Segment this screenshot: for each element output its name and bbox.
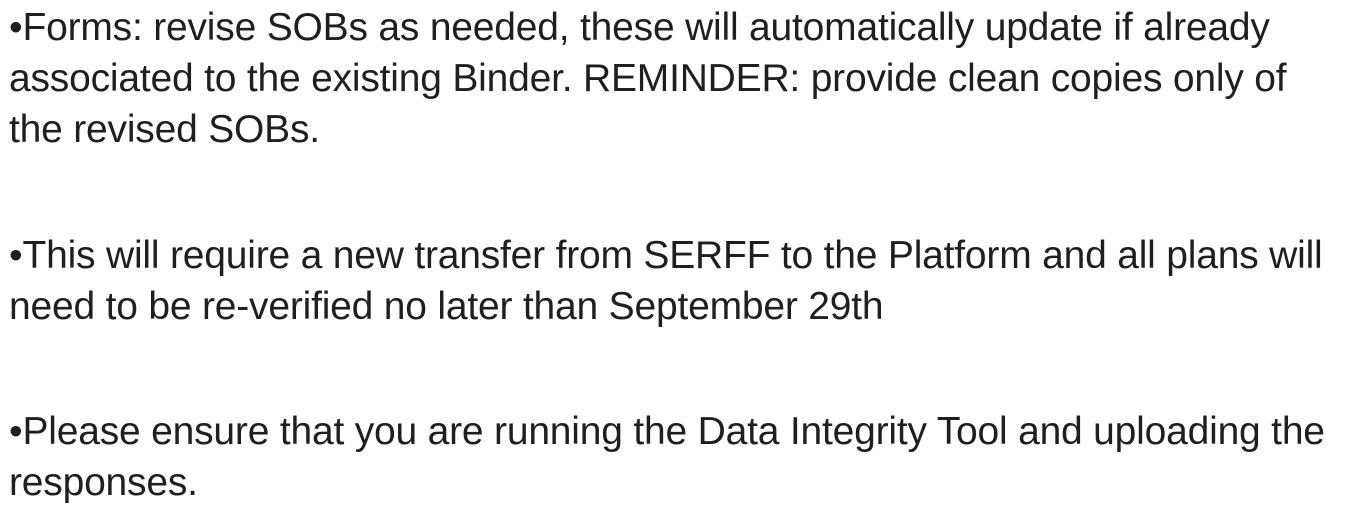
bullet-text: Forms: revise SOBs as needed, these will… [9, 6, 1287, 151]
bullet-text: Please ensure that you are running the D… [9, 410, 1325, 504]
bullet-item-serff-transfer: •This will require a new transfer from S… [9, 230, 1349, 332]
bullet-text: This will require a new transfer from SE… [9, 234, 1323, 328]
slide-body: •Forms: revise SOBs as needed, these wil… [0, 0, 1356, 511]
bullet-marker: • [9, 234, 23, 277]
bullet-item-forms: •Forms: revise SOBs as needed, these wil… [9, 2, 1349, 155]
bullet-marker: • [9, 410, 23, 453]
bullet-marker: • [9, 6, 23, 49]
bullet-item-data-integrity-tool: •Please ensure that you are running the … [9, 406, 1349, 508]
